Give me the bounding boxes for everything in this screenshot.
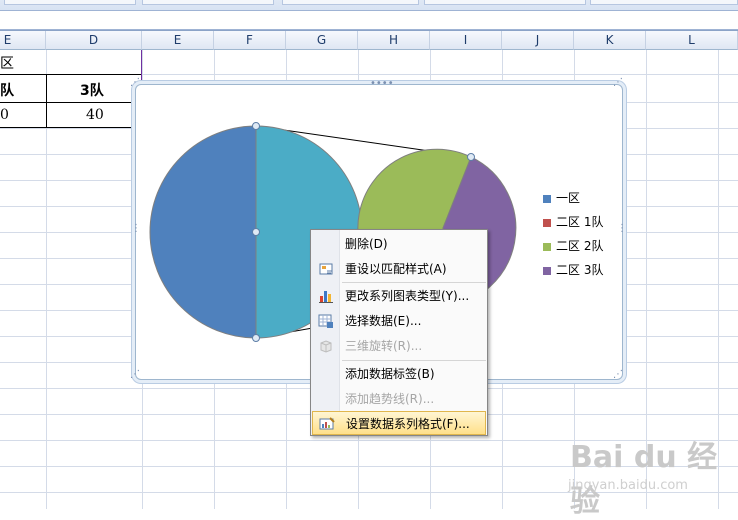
legend-item-region-2-team-1[interactable]: 二区 1队 [543, 213, 603, 229]
menu-separator [342, 360, 486, 361]
context-menu: 删除(D) 重设以匹配样式(A) 更改系列图表类型(Y)... 选择数据(E).… [310, 229, 488, 436]
rotate-3d-icon [320, 340, 332, 353]
menu-item-label: 设置数据系列格式(F)... [346, 417, 470, 431]
legend-label: 一区 [556, 191, 581, 205]
selection-handle[interactable] [252, 228, 260, 236]
legend-item-region-1[interactable]: 一区 [543, 189, 580, 205]
legend-label: 二区 3队 [556, 263, 604, 277]
legend-swatch [543, 242, 551, 251]
baidu-watermark-logo: Bai du 经验 [570, 440, 718, 519]
legend-label: 二区 2队 [556, 239, 604, 253]
legend-label: 二区 1队 [556, 215, 604, 229]
chart-type-icon [319, 291, 333, 303]
menu-item-change-chart-type[interactable]: 更改系列图表类型(Y)... [312, 284, 486, 308]
menu-item-label: 重设以匹配样式(A) [345, 262, 447, 276]
pie-slice-big-left[interactable] [149, 125, 257, 339]
legend-swatch [543, 218, 551, 227]
menu-item-reset-style[interactable]: 重设以匹配样式(A) [312, 257, 486, 281]
menu-item-label: 选择数据(E)... [345, 314, 422, 328]
menu-item-3d-rotation[interactable]: 三维旋转(R)... [312, 334, 486, 358]
menu-item-add-data-labels[interactable]: 添加数据标签(B) [312, 362, 486, 386]
selection-handle[interactable] [467, 153, 475, 161]
selection-handle[interactable] [252, 122, 260, 130]
format-series-icon [319, 417, 335, 430]
menu-item-delete[interactable]: 删除(D) [312, 232, 486, 256]
select-data-icon [318, 314, 333, 328]
legend-swatch [543, 194, 551, 203]
menu-item-select-data[interactable]: 选择数据(E)... [312, 309, 486, 333]
baidu-watermark-url: jingyan.baidu.com [568, 478, 688, 493]
menu-item-label: 添加趋势线(R)... [345, 392, 435, 406]
reset-style-icon [319, 263, 333, 275]
menu-item-label: 三维旋转(R)... [345, 339, 423, 353]
selection-handle[interactable] [252, 334, 260, 342]
menu-separator [342, 282, 486, 283]
menu-item-format-data-series[interactable]: 设置数据系列格式(F)... [312, 411, 486, 435]
legend-item-region-2-team-3[interactable]: 二区 3队 [543, 261, 603, 277]
menu-item-add-trendline[interactable]: 添加趋势线(R)... [312, 387, 486, 411]
legend-swatch [543, 266, 551, 275]
menu-item-label: 添加数据标签(B) [345, 367, 435, 381]
menu-item-label: 更改系列图表类型(Y)... [345, 289, 470, 303]
menu-item-label: 删除(D) [345, 237, 388, 251]
legend-item-region-2-team-2[interactable]: 二区 2队 [543, 237, 603, 253]
